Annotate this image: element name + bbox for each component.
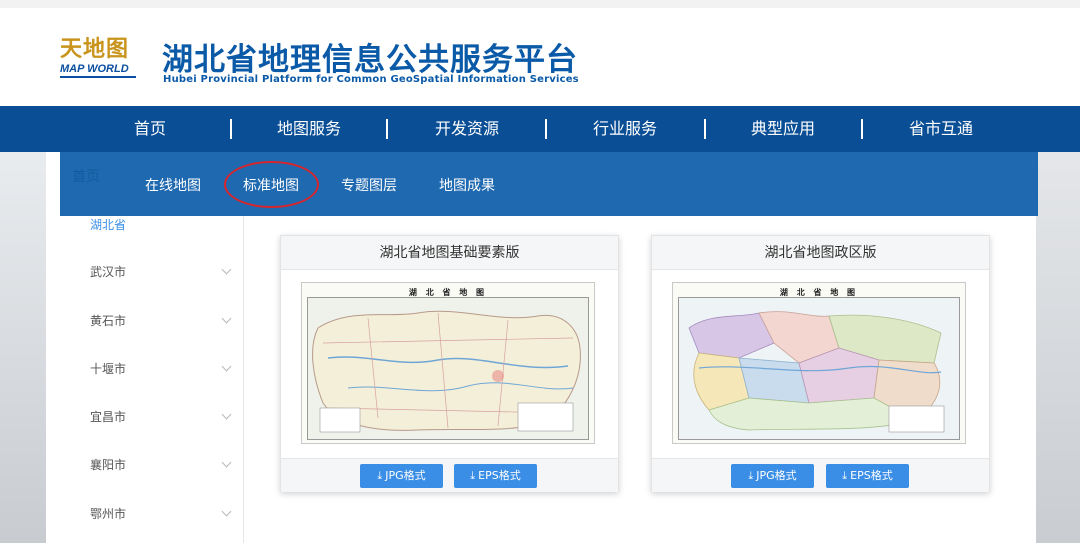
card-title: 湖北省地图政区版 [652,236,989,270]
chevron-down-icon [221,361,232,372]
sidebar-item-label: 襄阳市 [90,458,127,472]
map-image [679,298,959,439]
nav-separator [861,119,863,139]
map-card-admin: 湖北省地图政区版 湖 北 省 地 图 ⤓ JPG格式 ⤓ EPS格式 [651,235,990,492]
download-icon: ⤓ [377,469,383,482]
background-right [1036,152,1080,543]
chevron-down-icon [221,264,232,275]
download-icon: ⤓ [470,469,476,482]
sidebar-item-label: 湖北省 [90,218,127,232]
subnav-item-thematic-layers[interactable]: 专题图层 [341,175,397,195]
sidebar-item-label: 鄂州市 [90,507,127,521]
download-eps-label: EPS格式 [850,469,893,482]
chevron-down-icon [221,457,232,468]
card-actions: ⤓ JPG格式 ⤓ EPS格式 [652,458,989,492]
chevron-down-icon [221,506,232,517]
sidebar-item-xiangyang[interactable]: 襄阳市 [90,455,232,475]
map-thumbnail[interactable]: 湖 北 省 地 图 [301,282,595,444]
sidebar-item-shiyan[interactable]: 十堰市 [90,359,232,379]
sidebar-item-label: 黄石市 [90,314,127,328]
nav-item-dev-resources[interactable]: 开发资源 [407,106,527,152]
sidebar-item-wuhan[interactable]: 武汉市 [90,262,232,282]
chevron-down-icon [221,313,232,324]
main-nav: 首页 地图服务 开发资源 行业服务 典型应用 省市互通 [0,106,1080,152]
logo-text-en: MAP WORLD [60,62,136,78]
sidebar-item-yichang[interactable]: 宜昌市 [90,407,232,427]
card-actions: ⤓ JPG格式 ⤓ EPS格式 [281,458,618,492]
highlight-circle [224,161,319,208]
download-icon: ⤓ [748,469,754,482]
nav-item-industry-services[interactable]: 行业服务 [565,106,685,152]
chevron-down-icon [221,409,232,420]
subnav-item-online-map[interactable]: 在线地图 [145,175,201,195]
card-title: 湖北省地图基础要素版 [281,236,618,270]
download-jpg-label: JPG格式 [385,469,426,482]
nav-item-home[interactable]: 首页 [90,106,210,152]
download-eps-button[interactable]: ⤓ EPS格式 [826,464,909,488]
map-thumbnail[interactable]: 湖 北 省 地 图 [672,282,966,444]
site-title: 湖北省地理信息公共服务平台 [162,42,578,78]
download-eps-button[interactable]: ⤓ EPS格式 [454,464,537,488]
top-strip [0,0,1080,8]
site-subtitle: Hubei Provincial Platform for Common Geo… [163,74,579,85]
map-image [308,298,588,439]
sidebar-item-label: 十堰市 [90,362,127,376]
map-card-basic: 湖北省地图基础要素版 湖 北 省 地 图 ⤓ JPG格式 ⤓ EPS格式 [280,235,619,492]
map-services-dropdown: 在线地图 标准地图 专题图层 地图成果 [60,152,1038,216]
sidebar-item-hubei[interactable]: 湖北省 [90,215,230,235]
map-image-frame [678,297,960,440]
nav-item-typical-apps[interactable]: 典型应用 [723,106,843,152]
map-image-frame [307,297,589,440]
nav-separator [704,119,706,139]
sidebar-item-huangshi[interactable]: 黄石市 [90,311,232,331]
download-jpg-label: JPG格式 [756,469,797,482]
nav-separator [386,119,388,139]
download-jpg-button[interactable]: ⤓ JPG格式 [731,464,814,488]
sidebar-item-label: 武汉市 [90,265,127,279]
download-icon: ⤓ [842,469,848,482]
download-jpg-button[interactable]: ⤓ JPG格式 [360,464,443,488]
mapworld-logo[interactable]: 天地图 MAP WORLD [60,36,142,84]
nav-item-map-services[interactable]: 地图服务 [249,106,369,152]
nav-item-province-city[interactable]: 省市互通 [881,106,1001,152]
nav-separator [545,119,547,139]
logo-text-cn: 天地图 [60,36,130,62]
background-left [0,152,46,543]
sidebar-item-label: 宜昌市 [90,410,127,424]
nav-separator [230,119,232,139]
site-header: 天地图 MAP WORLD 湖北省地理信息公共服务平台 Hubei Provin… [0,8,1080,106]
subnav-item-map-products[interactable]: 地图成果 [439,175,495,195]
region-sidebar: 湖北省 武汉市 黄石市 十堰市 宜昌市 襄阳市 鄂州市 [46,210,244,543]
sidebar-item-ezhou[interactable]: 鄂州市 [90,504,232,524]
download-eps-label: EPS格式 [478,469,521,482]
